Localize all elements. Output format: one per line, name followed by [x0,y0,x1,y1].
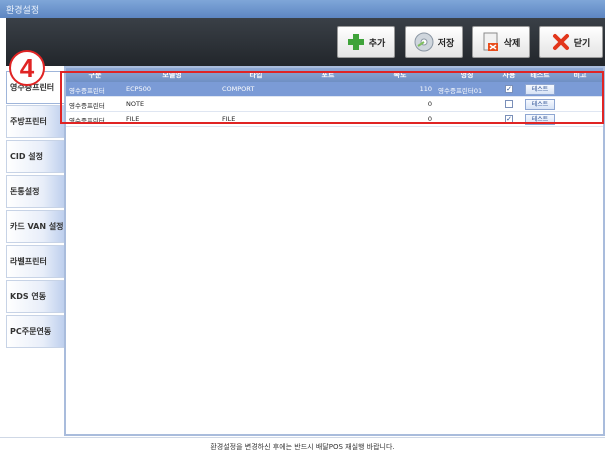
footer-message: 환경설정을 변경하신 후에는 반드시 배달POS 재실행 바랍니다. [210,443,395,451]
sidebar-item-pc-order[interactable]: PC주문연동 [6,315,67,348]
add-button-label: 추가 [368,38,386,49]
status-bar: 환경설정을 변경하신 후에는 반드시 배달POS 재실행 바랍니다. [0,437,605,457]
add-button[interactable]: 추가 [337,26,395,58]
toolbar: 추가 저장 삭제 닫기 [6,18,605,66]
sidebar-item-label: KDS 연동 [10,292,47,301]
sidebar-item-card-van[interactable]: 카드 VAN 설정 [6,210,67,243]
close-button[interactable]: 닫기 [539,26,603,58]
sidebar-item-label: CID 설정 [10,152,43,161]
plus-icon [347,34,364,50]
sidebar-item-cid[interactable]: CID 설정 [6,140,67,173]
step-number-badge: 4 [9,50,45,86]
sidebar-item-kds[interactable]: KDS 연동 [6,280,67,313]
close-button-label: 닫기 [573,38,591,49]
sidebar-item-cash-drawer[interactable]: 돈통설정 [6,175,67,208]
close-x-icon [552,34,569,50]
sidebar: 영수증프린터 주방프린터 CID 설정 돈통설정 카드 VAN 설정 라벨프린터… [6,66,67,436]
sidebar-item-kitchen-printer[interactable]: 주방프린터 [6,105,67,138]
sidebar-item-label-printer[interactable]: 라벨프린터 [6,245,67,278]
delete-button[interactable]: 삭제 [472,26,530,58]
highlight-box [60,71,604,124]
sidebar-item-label: 주방프린터 [10,117,47,126]
delete-button-label: 삭제 [503,38,521,49]
delete-doc-icon [483,32,498,51]
disc-icon [414,32,434,52]
sidebar-item-label: PC주문연동 [10,327,52,336]
window-title: 환경설정 [6,6,40,16]
sidebar-item-label: 돈통설정 [10,187,40,196]
window-titlebar: 환경설정 [0,0,605,18]
save-button-label: 저장 [437,38,455,49]
sidebar-item-label: 카드 VAN 설정 [10,222,64,231]
sidebar-item-label: 라벨프린터 [10,257,47,266]
save-button[interactable]: 저장 [405,26,463,58]
